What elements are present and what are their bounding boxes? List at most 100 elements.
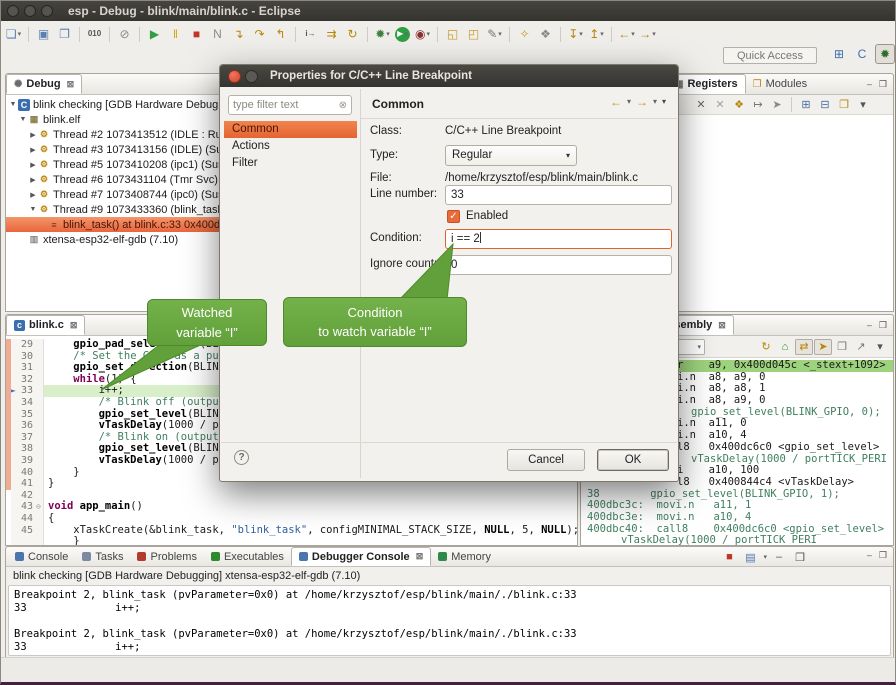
debug-perspective-button[interactable]: ✹ bbox=[875, 44, 895, 64]
line-number[interactable]: 30 bbox=[11, 351, 36, 363]
line-number[interactable]: 31 bbox=[11, 362, 36, 374]
run-icon[interactable]: ▶▾ bbox=[395, 27, 410, 42]
tree-expander-icon[interactable]: ▶ bbox=[28, 191, 38, 199]
tree-expander-icon[interactable]: ▼ bbox=[8, 101, 18, 108]
minimize-console-icon[interactable]: – bbox=[770, 549, 788, 565]
line-number[interactable]: 35 bbox=[11, 409, 36, 421]
sync-active-context-icon[interactable]: ⇄ bbox=[795, 339, 813, 355]
suspend-icon[interactable]: ‖ bbox=[166, 25, 185, 44]
toggle-mark-occurrences-icon[interactable]: ❖ bbox=[536, 25, 555, 44]
restart-icon[interactable]: ↻ bbox=[343, 25, 362, 44]
tree-expander-icon[interactable]: ▶ bbox=[28, 146, 38, 154]
line-number[interactable]: 34 bbox=[11, 397, 36, 409]
collapse-all-icon[interactable]: ⊟ bbox=[816, 97, 834, 113]
cpp-perspective-button[interactable]: C bbox=[852, 44, 872, 64]
tab-modules[interactable]: ❐Modules bbox=[746, 74, 815, 94]
debug-tree[interactable]: ▼Cblink checking [GDB Hardware Debug▼▦bl… bbox=[6, 95, 228, 311]
chevron-down-icon[interactable]: ▾ bbox=[697, 343, 701, 351]
line-number[interactable]: 36 bbox=[11, 420, 36, 432]
chevron-down-icon[interactable]: ▾ bbox=[600, 30, 604, 38]
tree-expander-icon[interactable]: ▼ bbox=[28, 206, 38, 213]
line-number[interactable]: 42 bbox=[11, 490, 36, 502]
forward-icon[interactable]: → bbox=[636, 96, 648, 108]
previous-annotation-icon[interactable]: ↥▾ bbox=[587, 25, 606, 44]
cancel-button[interactable]: Cancel bbox=[507, 449, 585, 471]
chevron-down-icon[interactable]: ▾ bbox=[763, 553, 767, 561]
maximize-console-icon[interactable]: ❒ bbox=[791, 549, 809, 565]
terminate-console-icon[interactable]: ■ bbox=[720, 549, 738, 565]
step-over-icon[interactable]: ↷ bbox=[250, 25, 269, 44]
minimize-icon[interactable]: – bbox=[867, 550, 872, 561]
minimize-icon[interactable]: – bbox=[867, 79, 872, 90]
ok-button[interactable]: OK bbox=[597, 449, 669, 471]
open-new-view-icon[interactable]: ❐ bbox=[833, 339, 851, 355]
tree-expander-icon[interactable]: ▶ bbox=[28, 161, 38, 169]
pointer-mode-icon[interactable]: ➤ bbox=[768, 97, 786, 113]
tab-memory[interactable]: Memory bbox=[431, 547, 498, 566]
show-next-statement-icon[interactable]: ⇉ bbox=[322, 25, 341, 44]
home-icon[interactable]: ⌂ bbox=[776, 339, 794, 355]
chevron-down-icon[interactable]: ▾ bbox=[652, 30, 656, 38]
new-wizard-icon[interactable]: ❏▾ bbox=[4, 25, 23, 44]
line-number[interactable]: 38 bbox=[11, 443, 36, 455]
skip-all-breakpoints-icon[interactable]: ⊘ bbox=[115, 25, 134, 44]
close-tab-icon[interactable]: ⊠ bbox=[67, 79, 75, 90]
chevron-down-icon[interactable]: ▾ bbox=[386, 30, 390, 38]
quick-access-button[interactable]: Quick Access bbox=[723, 47, 817, 64]
chevron-down-icon[interactable]: ▾ bbox=[579, 30, 583, 38]
dialog-close-button[interactable] bbox=[228, 70, 241, 83]
display-selected-console-icon[interactable]: ▤ bbox=[741, 549, 759, 565]
debug-tree-row[interactable]: ▼▦blink.elf bbox=[6, 112, 228, 127]
instruction-stepping-icon[interactable]: i→ bbox=[301, 25, 320, 44]
clear-filter-icon[interactable]: ⊗ bbox=[339, 100, 347, 111]
window-maximize-button[interactable] bbox=[41, 5, 53, 17]
remove-register-group-icon[interactable]: ✕ bbox=[692, 97, 710, 113]
console-output[interactable]: Breakpoint 2, blink_task (pvParameter=0x… bbox=[8, 585, 891, 656]
dialog-nav-actions[interactable]: Actions bbox=[224, 138, 357, 155]
tab-console[interactable]: Console bbox=[8, 547, 75, 566]
fold-marker-icon[interactable]: ⊖ bbox=[36, 501, 44, 513]
line-number[interactable]: 43 bbox=[11, 501, 36, 513]
debug-tree-row[interactable]: ▶⚙Thread #5 1073410208 (ipc1) (Susp bbox=[6, 157, 228, 172]
forward-icon[interactable]: →▾ bbox=[638, 25, 657, 44]
line-number[interactable]: 37 bbox=[11, 432, 36, 444]
step-into-icon[interactable]: ↴ bbox=[229, 25, 248, 44]
tab-debug[interactable]: ✺ Debug ⊠ bbox=[6, 74, 82, 94]
binary-view-icon[interactable]: 010 bbox=[85, 25, 104, 44]
debug-tree-row[interactable]: ▼Cblink checking [GDB Hardware Debug bbox=[6, 97, 228, 112]
disconnect-icon[interactable]: N bbox=[208, 25, 227, 44]
debug-tree-row[interactable]: ▶⚙Thread #2 1073413512 (IDLE : Runn bbox=[6, 127, 228, 142]
type-dropdown[interactable]: Regular ▾ bbox=[445, 145, 577, 166]
condition-input[interactable]: i == 2 bbox=[445, 229, 672, 249]
search-icon[interactable]: ✧ bbox=[515, 25, 534, 44]
dialog-nav-filter[interactable]: Filter bbox=[224, 155, 357, 172]
close-tab-icon[interactable]: ⊠ bbox=[70, 320, 78, 331]
line-number[interactable]: 41 bbox=[11, 478, 36, 490]
next-annotation-icon[interactable]: ↧▾ bbox=[566, 25, 585, 44]
dialog-nav-common[interactable]: Common bbox=[224, 121, 357, 138]
maximize-icon[interactable]: ❒ bbox=[879, 79, 887, 90]
refresh-icon[interactable]: ↻ bbox=[757, 339, 775, 355]
debug-tree-row[interactable]: ▶⚙Thread #3 1073413156 (IDLE) (Susp bbox=[6, 142, 228, 157]
highlight-icon[interactable]: ✎▾ bbox=[485, 25, 504, 44]
maximize-icon[interactable]: ❒ bbox=[879, 320, 887, 331]
track-expression-icon[interactable]: ➤ bbox=[814, 339, 832, 355]
open-task-icon[interactable]: ◱ bbox=[443, 25, 462, 44]
window-minimize-button[interactable] bbox=[24, 5, 36, 17]
view-menu-icon[interactable]: ▾ bbox=[854, 97, 872, 113]
filter-input[interactable]: type filter text ⊗ bbox=[228, 95, 352, 115]
maximize-icon[interactable]: ❒ bbox=[879, 550, 887, 561]
tree-expander-icon[interactable]: ▶ bbox=[28, 176, 38, 184]
line-number[interactable]: 44 bbox=[11, 513, 36, 525]
line-number[interactable]: 39 bbox=[11, 455, 36, 467]
window-close-button[interactable] bbox=[7, 5, 19, 17]
coverage-icon[interactable]: ◉▾ bbox=[413, 25, 432, 44]
line-number[interactable] bbox=[11, 536, 36, 545]
debug-tree-row[interactable]: ▶⚙Thread #7 1073408744 (ipc0) (Susp bbox=[6, 187, 228, 202]
registers-content[interactable] bbox=[666, 115, 893, 311]
close-tab-icon[interactable]: ⊠ bbox=[718, 320, 726, 331]
open-resource-icon[interactable]: ◰ bbox=[464, 25, 483, 44]
tab-tasks[interactable]: Tasks bbox=[75, 547, 130, 566]
help-icon[interactable]: ? bbox=[234, 450, 249, 465]
line-number[interactable]: 29 bbox=[11, 339, 36, 351]
